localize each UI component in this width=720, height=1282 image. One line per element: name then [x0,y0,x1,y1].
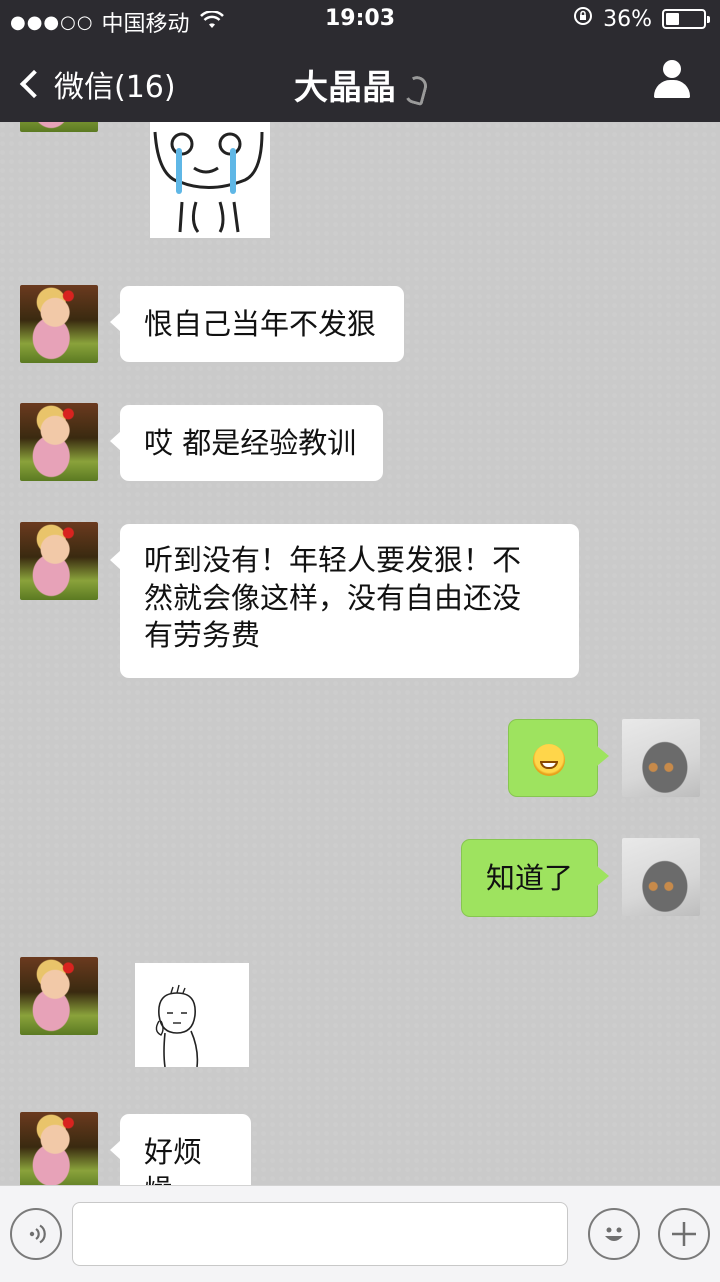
thinking-doodle-sticker[interactable] [135,963,249,1068]
plus-icon [672,1222,696,1246]
status-bar: ●●●○○ 中国移动 19:03 36% [0,0,720,40]
grinning-face-icon [533,744,565,776]
chat-history[interactable]: 恨自己当年不发狠 哎 都是经验教训 听到没有！年轻人要发狠！不 然就会像这样，没… [0,122,720,1185]
contact-avatar[interactable] [20,285,98,363]
message-text-line: 然就会像这样，没有自由还没 [144,580,522,615]
my-message-bubble[interactable] [508,719,609,797]
contact-avatar[interactable] [20,522,98,600]
voice-input-button[interactable] [10,1208,62,1260]
earpiece-mode-icon [402,73,430,106]
nav-bar: 微信(16) 大晶晶 [0,40,720,122]
emoji-button[interactable] [588,1208,640,1260]
message-text-line: 有劳务费 [144,618,261,653]
message-text: 哎 都是经验教训 [144,426,357,460]
message-bubble[interactable]: 哎 都是经验教训 [110,405,383,481]
message-text: 知道了 [486,861,574,895]
my-avatar[interactable] [622,719,700,797]
voice-icon [29,1224,46,1244]
message-bubble[interactable]: 恨自己当年不发狠 [110,286,404,362]
message-text: 恨自己当年不发狠 [144,307,377,341]
input-toolbar [0,1185,720,1282]
contact-avatar[interactable] [20,403,98,481]
message-text: 好烦燥 [144,1135,203,1185]
message-text-line: 听到没有！年轻人要发狠！不 [144,543,522,577]
rotation-lock-icon [573,6,593,32]
battery-percent: 36% [603,6,652,32]
contact-avatar[interactable] [20,1112,98,1185]
person-icon [663,60,681,78]
message-input[interactable] [72,1202,568,1266]
crying-doodle-sticker[interactable] [150,122,270,238]
battery-icon [662,9,710,29]
contact-name: 大晶晶 [294,68,396,108]
more-functions-button[interactable] [658,1208,710,1260]
contact-avatar[interactable] [20,957,98,1035]
my-avatar[interactable] [622,838,700,916]
smiley-icon [605,1227,623,1241]
chat-title: 大晶晶 [0,60,720,109]
contact-profile-button[interactable] [654,60,690,100]
contact-avatar[interactable] [20,122,98,132]
message-bubble[interactable]: 好烦燥 [110,1114,251,1185]
my-message-bubble[interactable]: 知道了 [461,839,609,917]
message-bubble[interactable]: 听到没有！年轻人要发狠！不 然就会像这样，没有自由还没 有劳务费 [110,524,579,678]
